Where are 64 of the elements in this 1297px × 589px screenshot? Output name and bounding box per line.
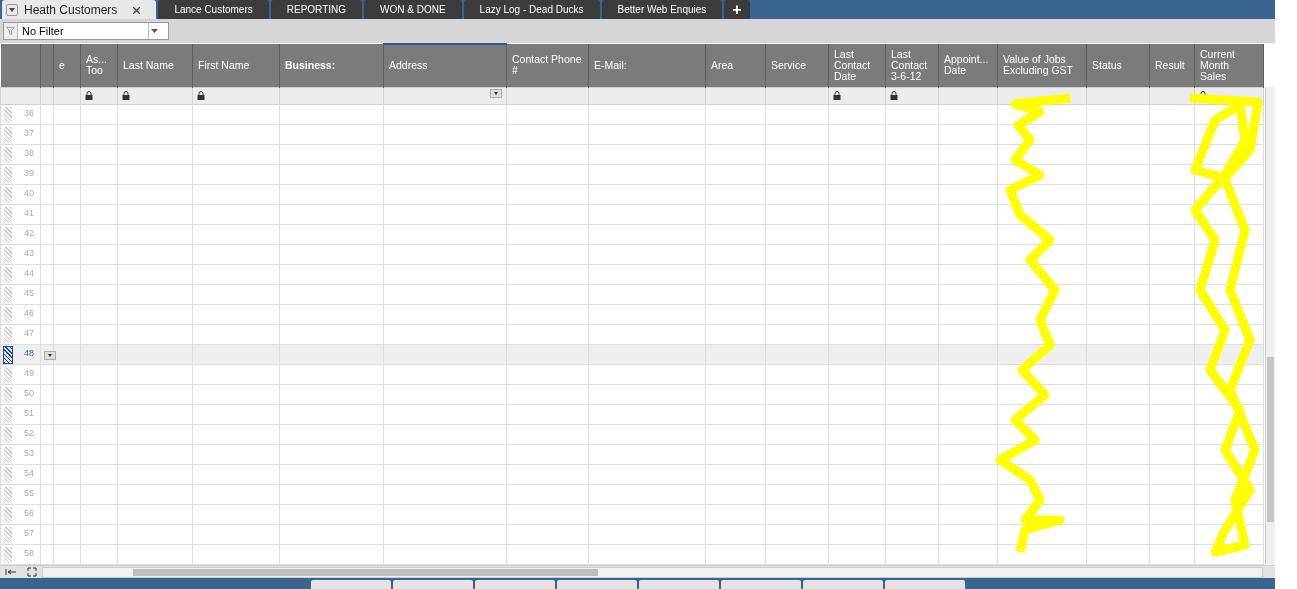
vertical-scrollbar[interactable] [1265,87,1275,564]
filter-icon [4,23,18,39]
lock-icon [122,90,130,100]
filter-cell[interactable] [885,87,939,105]
filter-cell[interactable] [279,87,384,105]
column-header[interactable]: Contact Phone # [506,44,589,87]
column-header[interactable]: Current Month Sales [1194,44,1264,87]
lock-icon [197,90,205,100]
horizontal-scrollbar[interactable] [42,566,1263,578]
column-header[interactable]: Last Contact Date [828,44,886,87]
filter-cell[interactable] [117,87,193,105]
column-header[interactable]: e [53,44,81,87]
filter-cell[interactable] [765,87,829,105]
tab[interactable]: WON & DONE [364,0,462,19]
filter-cell[interactable] [506,87,589,105]
toolbar-button[interactable] [638,580,719,589]
dropdown-button[interactable] [44,350,56,360]
column-header[interactable]: First Name [192,44,280,87]
column-header[interactable]: Appoint... Date [938,44,998,87]
scrollbar-thumb[interactable] [1267,357,1274,522]
caret-icon[interactable] [151,29,158,33]
filter-cell[interactable] [705,87,766,105]
column-header[interactable]: Address [383,44,507,87]
filter-cell[interactable] [938,87,998,105]
lock-icon [890,90,898,100]
filter-cell[interactable] [1086,87,1150,105]
filter-cell[interactable] [80,87,118,105]
filter-cell[interactable] [192,87,280,105]
tab[interactable]: Lazy Log - Dead Ducks [463,0,600,19]
filter-cell[interactable] [588,87,706,105]
toolbar-button[interactable] [474,580,555,589]
filter-cell[interactable] [0,87,41,105]
column-header[interactable]: Service [765,44,829,87]
column-header[interactable] [0,44,41,87]
column-header[interactable]: Result [1149,44,1195,87]
filter-cell[interactable] [1149,87,1195,105]
filter-cell[interactable] [40,87,54,105]
toolbar-button[interactable] [310,580,391,589]
column-header[interactable]: Area [705,44,766,87]
column-header[interactable]: As... Too [80,44,118,87]
filter-cell[interactable] [53,87,81,105]
column-header[interactable]: E-Mail: [588,44,706,87]
toolbar-button[interactable] [556,580,637,589]
tab-menu-icon[interactable] [6,3,18,16]
tab[interactable]: Heath Customers [2,0,157,19]
toolbar-button[interactable] [392,580,473,589]
column-header[interactable]: Last Name [117,44,193,87]
filter-cell[interactable] [383,87,507,105]
tab[interactable]: Lance Customers [158,0,269,19]
column-header[interactable]: Value of Jobs Excluding GST [997,44,1087,87]
filter-dropdown[interactable]: No Filter [3,22,169,40]
column-header[interactable]: Status [1086,44,1150,87]
toolbar-button[interactable] [720,580,801,589]
toolbar-button[interactable] [802,580,883,589]
add-tab-button[interactable]: + [724,0,750,19]
column-header[interactable]: Last Contact 3-6-12 [885,44,939,87]
toolbar-button[interactable] [884,580,965,589]
column-header[interactable]: Business: [279,44,384,87]
dropdown-button[interactable] [490,88,502,98]
tab[interactable]: Better Web Enquies [601,0,723,19]
lock-icon [85,90,93,100]
lock-icon [833,90,841,100]
filter-cell[interactable] [828,87,886,105]
tab[interactable]: REPORTING [270,0,363,19]
